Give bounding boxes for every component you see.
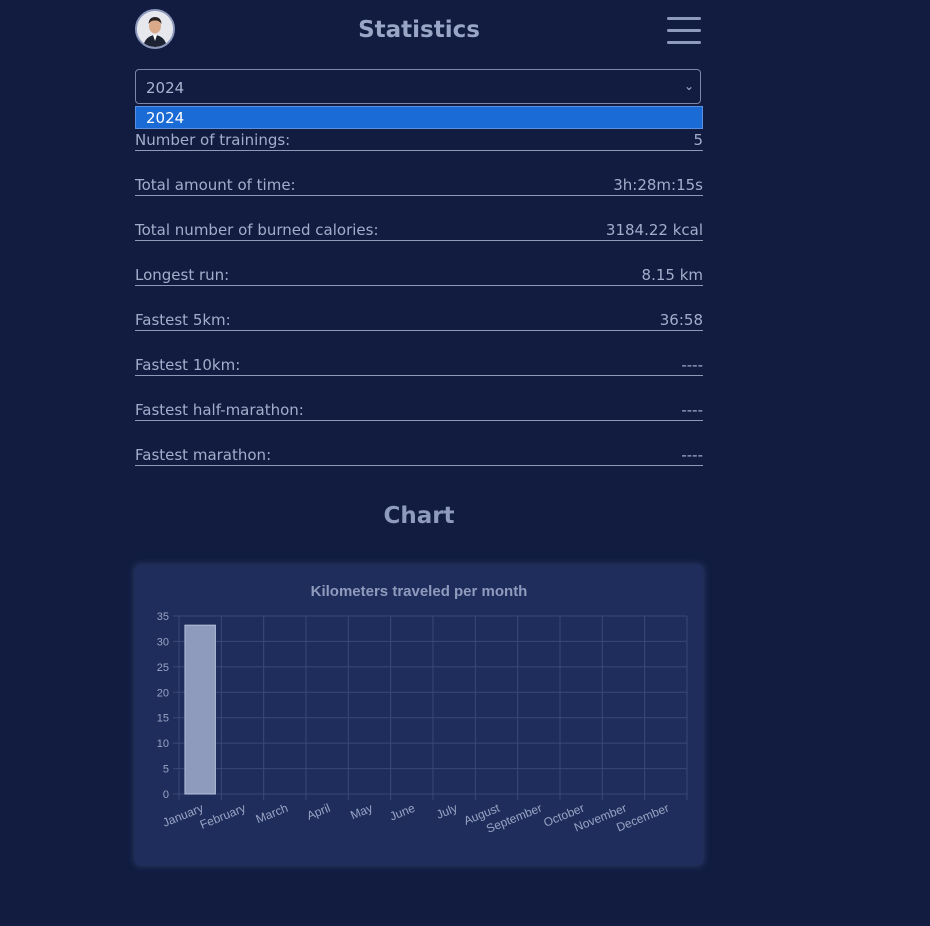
stat-value: ---- (681, 401, 703, 419)
y-tick-label: 30 (157, 636, 169, 648)
page-title: Statistics (358, 17, 480, 43)
y-tick-label: 10 (157, 738, 169, 750)
header: Statistics (135, 0, 703, 66)
chart-section-heading: Chart (383, 503, 455, 529)
x-tick-label: February (198, 801, 248, 832)
stat-label: Fastest 10km: (135, 356, 241, 374)
stat-row-total-time: Total amount of time: 3h:28m:15s (135, 151, 703, 196)
x-tick-label: June (388, 801, 418, 824)
stat-label: Total amount of time: (135, 176, 296, 194)
stat-value: 36:58 (659, 311, 703, 329)
stat-label: Total number of burned calories: (135, 221, 379, 239)
y-tick-label: 35 (157, 611, 169, 623)
stat-row-fastest-half-marathon: Fastest half-marathon: ---- (135, 376, 703, 421)
y-tick-label: 0 (163, 789, 169, 801)
stat-row-fastest-5km: Fastest 5km: 36:58 (135, 286, 703, 331)
stats-list: Number of trainings: 5 Total amount of t… (135, 106, 703, 466)
stat-label: Number of trainings: (135, 131, 291, 149)
stat-value: 8.15 km (641, 266, 703, 284)
x-tick-label: March (254, 801, 290, 826)
km-per-month-chart: Kilometers traveled per month 0 5 10 15 20 25 3… (157, 583, 688, 836)
y-tick-label: 25 (157, 662, 169, 674)
stat-value: 3h:28m:15s (613, 176, 703, 194)
chart-title: Kilometers traveled per month (311, 583, 528, 600)
year-select-value: 2024 (146, 79, 185, 97)
y-tick-label: 5 (163, 764, 169, 776)
x-tick-label: July (434, 801, 459, 822)
stat-row-fastest-10km: Fastest 10km: ---- (135, 331, 703, 376)
chart-card: Kilometers traveled per month 0 5 10 15 20 25 3… (135, 565, 703, 865)
x-tick-label: April (305, 801, 333, 823)
bar (184, 624, 216, 795)
chevron-down-icon: ⌄ (683, 79, 694, 93)
stat-label: Fastest marathon: (135, 446, 272, 464)
y-tick-label: 20 (157, 687, 169, 699)
statistics-page: Statistics 2024 ⌄ 2024 Number of trainin… (135, 0, 703, 865)
stat-label: Longest run: (135, 266, 230, 284)
stat-value: 5 (693, 131, 703, 149)
stat-label: Fastest 5km: (135, 311, 231, 329)
stat-label: Fastest half-marathon: (135, 401, 304, 419)
stat-value: ---- (681, 356, 703, 374)
hamburger-menu-icon[interactable] (667, 17, 701, 44)
stat-row-calories: Total number of burned calories: 3184.22… (135, 196, 703, 241)
x-tick-label: January (160, 801, 205, 830)
stat-row-longest-run: Longest run: 8.15 km (135, 241, 703, 286)
year-dropdown-list: 2024 (135, 106, 703, 129)
stat-value: 3184.22 kcal (605, 221, 703, 239)
stat-row-fastest-marathon: Fastest marathon: ---- (135, 421, 703, 466)
year-select[interactable]: 2024 ⌄ (135, 69, 701, 104)
x-tick-label: May (348, 801, 374, 822)
year-option[interactable]: 2024 (146, 109, 184, 127)
stat-value: ---- (681, 446, 703, 464)
y-tick-label: 15 (157, 713, 169, 725)
